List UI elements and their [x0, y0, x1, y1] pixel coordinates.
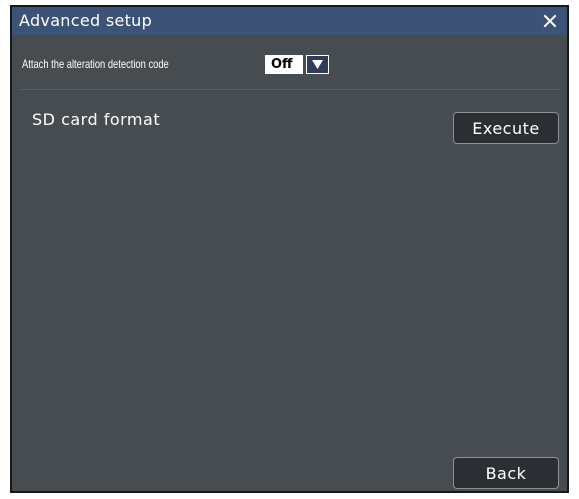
- close-icon[interactable]: [540, 11, 560, 31]
- execute-button[interactable]: Execute: [453, 112, 559, 144]
- advanced-setup-dialog: Advanced setup Attach the alteration det…: [10, 5, 569, 493]
- section-divider: [20, 89, 559, 90]
- sd-card-format-label: SD card format: [32, 110, 161, 129]
- close-icon-glyph: [543, 14, 557, 28]
- back-button[interactable]: Back: [453, 457, 559, 489]
- triangle-down-icon-glyph: [312, 60, 323, 69]
- title-bar: Advanced setup: [12, 7, 567, 35]
- alteration-detection-label: Attach the alteration detection code: [22, 57, 169, 71]
- alteration-detection-row: Attach the alteration detection code Off: [22, 52, 329, 76]
- triangle-down-icon[interactable]: [306, 55, 329, 74]
- dialog-title: Advanced setup: [19, 11, 153, 30]
- alteration-detection-select[interactable]: Off: [265, 55, 329, 74]
- alteration-detection-value: Off: [265, 55, 303, 74]
